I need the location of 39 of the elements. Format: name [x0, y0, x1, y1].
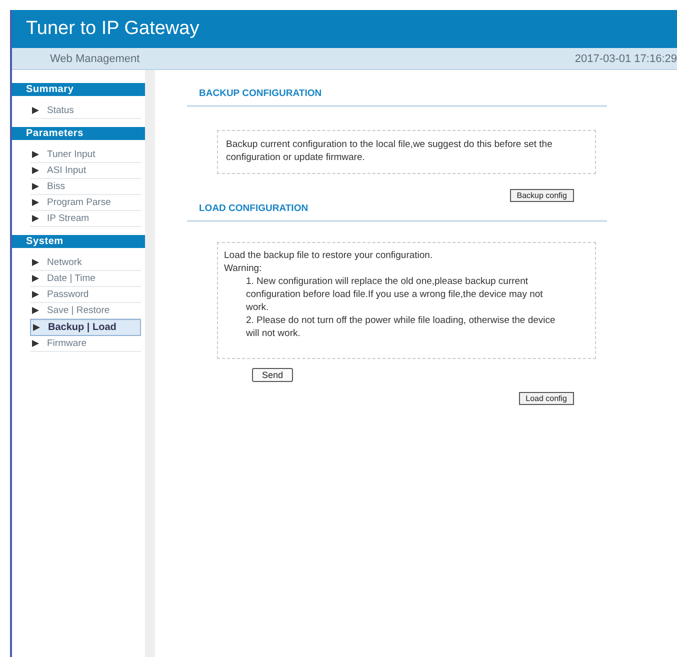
triangle-icon	[32, 291, 39, 298]
sidebar-heading: Summary	[12, 83, 145, 96]
sidebar-item[interactable]: Status	[30, 103, 141, 119]
app-title: Tuner to IP Gateway	[26, 18, 200, 40]
sidebar-item[interactable]: Password	[30, 287, 141, 303]
triangle-icon	[32, 307, 39, 314]
send-button[interactable]: Send	[252, 368, 294, 382]
subtitle: Web Management	[50, 52, 140, 64]
load-description: Load the backup file to restore your configuration.	[224, 249, 434, 262]
triangle-icon	[32, 215, 39, 222]
section-heading: LOAD CONFIGURATION	[187, 203, 607, 222]
sidebar-item[interactable]: Firmware	[30, 336, 141, 352]
backup-config-button[interactable]: Backup config	[510, 189, 574, 202]
warning-label: Warning:	[224, 262, 263, 275]
triangle-icon	[32, 199, 39, 206]
sidebar-item[interactable]: Biss	[30, 179, 141, 195]
sidebar-heading: Parameters	[12, 127, 145, 140]
triangle-icon	[32, 107, 39, 114]
sidebar-heading: System	[12, 235, 145, 248]
section-heading: BACKUP CONFIGURATION	[187, 70, 607, 107]
date-time: 2017-03-01 17:16:29	[574, 52, 677, 64]
triangle-icon	[32, 259, 39, 266]
warning-text: 2. Please do not turn off the power while file loading, otherwise the device will not work.	[245, 314, 556, 340]
sidebar-item[interactable]: Network	[30, 255, 141, 271]
backup-description: Backup current configuration to the local file,we suggest do this before set the configuration or update firmware.	[226, 138, 554, 164]
sidebar-item[interactable]: Backup | Load	[30, 319, 141, 336]
sidebar-item[interactable]: Program Parse	[30, 195, 141, 211]
sidebar-item[interactable]: ASI Input	[30, 163, 141, 179]
sidebar-item[interactable]: Tuner Input	[30, 147, 141, 163]
warning-text: 1. New configuration will replace the old one,please backup current configuration before load file.If you use a wrong file,the device may not work.	[245, 275, 544, 314]
triangle-icon	[33, 324, 40, 331]
triangle-icon	[32, 167, 39, 174]
sidebar-item[interactable]: Date | Time	[30, 271, 141, 287]
triangle-icon	[32, 275, 39, 282]
triangle-icon	[32, 183, 39, 190]
triangle-icon	[32, 151, 39, 158]
sidebar-item[interactable]: IP Stream	[30, 211, 141, 227]
triangle-icon	[32, 340, 39, 347]
load-config-button[interactable]: Load config	[518, 392, 574, 405]
